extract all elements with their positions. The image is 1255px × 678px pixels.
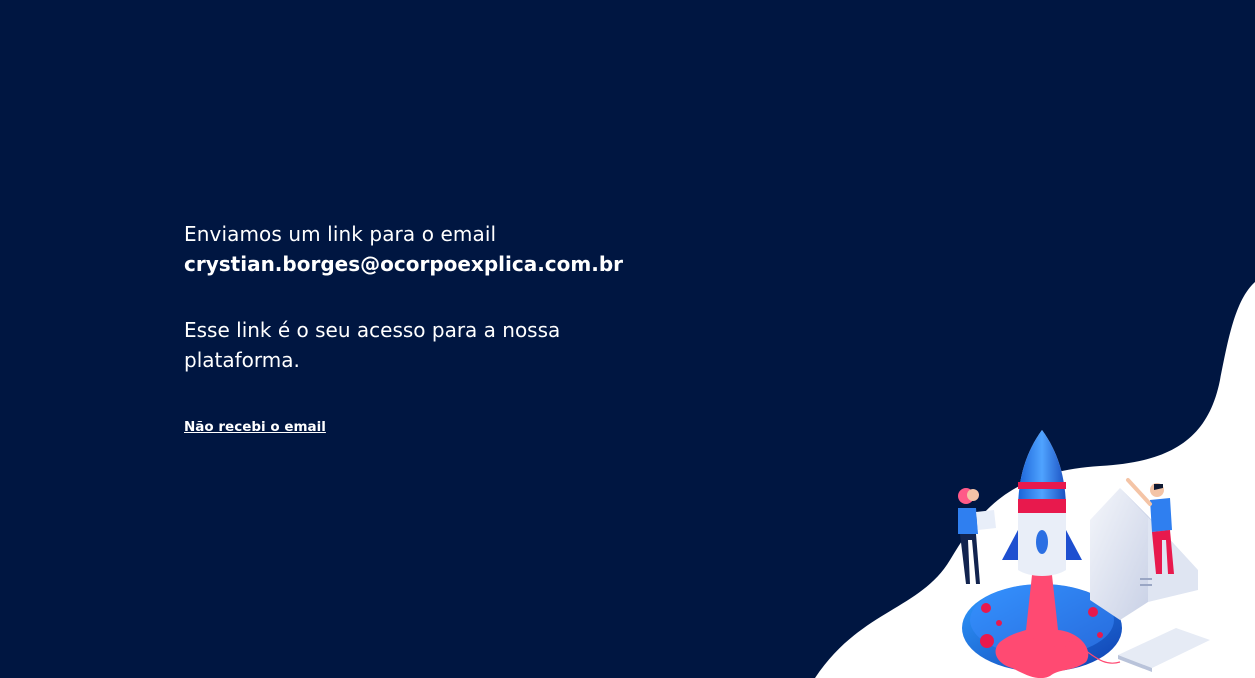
user-email: crystian.borges@ocorpoexplica.com.br [184,252,624,276]
resend-email-link[interactable]: Não recebi o email [184,419,326,435]
access-description: Esse link é o seu acesso para a nossa pl… [184,318,561,372]
intro-text: Enviamos um link para o email [184,222,497,246]
confirmation-message: Enviamos um link para o email crystian.b… [184,219,624,435]
email-sent-page: Enviamos um link para o email crystian.b… [0,0,1255,678]
